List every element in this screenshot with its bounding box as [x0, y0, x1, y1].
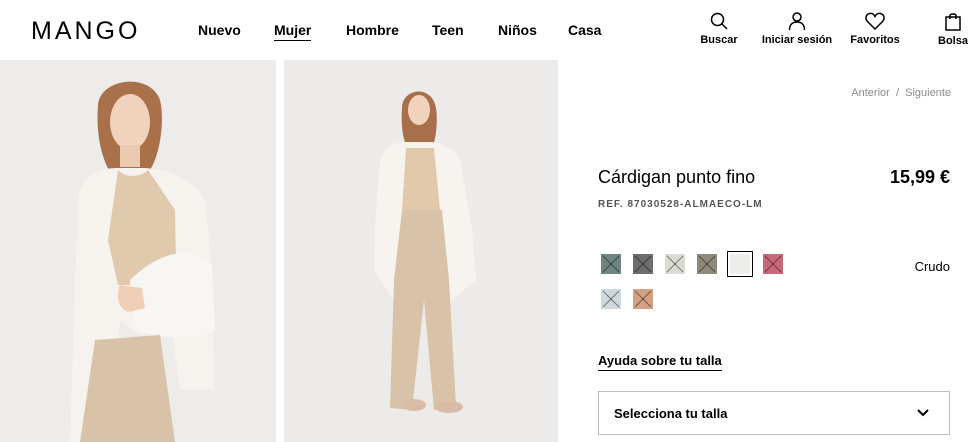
mango-logo[interactable]: MANGO	[31, 17, 140, 46]
size-select[interactable]: Selecciona tu talla	[598, 391, 950, 435]
next-link[interactable]: Siguiente	[905, 87, 951, 99]
color-swatch[interactable]	[601, 254, 621, 274]
product-ref: REF. 87030528-ALMAECO-LM	[598, 199, 763, 210]
bag-icon	[945, 13, 961, 31]
breadcrumb: Anterior / Siguiente	[851, 87, 951, 99]
login-label: Iniciar sesión	[761, 34, 833, 46]
login-button[interactable]: Iniciar sesión	[757, 12, 837, 46]
nav-item-hombre[interactable]: Hombre	[346, 22, 399, 38]
product-photo-full[interactable]	[284, 60, 558, 442]
prev-link[interactable]: Anterior	[851, 87, 890, 99]
site-header: MANGO Nuevo Mujer Hombre Teen Niños Casa…	[0, 0, 974, 60]
chevron-down-icon	[917, 409, 929, 417]
search-button[interactable]: Buscar	[679, 12, 759, 46]
search-label: Buscar	[700, 34, 738, 46]
color-swatch[interactable]	[763, 254, 783, 274]
nav-item-casa[interactable]: Casa	[568, 22, 601, 38]
product-title: Cárdigan punto fino	[598, 167, 756, 187]
bag-button[interactable]: Bolsa	[913, 12, 974, 47]
heart-icon	[865, 12, 885, 30]
product-photo-front[interactable]	[0, 60, 276, 442]
color-swatch[interactable]	[727, 251, 753, 277]
product-photo-full-image	[284, 60, 558, 442]
favorites-label: Favoritos	[850, 34, 900, 46]
search-icon	[710, 12, 728, 30]
nav-item-teen[interactable]: Teen	[432, 22, 464, 38]
bag-label: Bolsa	[938, 35, 968, 47]
color-swatch[interactable]	[601, 289, 621, 309]
user-icon	[788, 12, 806, 30]
color-swatch[interactable]	[665, 254, 685, 274]
color-swatch[interactable]	[697, 254, 717, 274]
size-help-link[interactable]: Ayuda sobre tu talla	[598, 353, 722, 371]
color-swatch[interactable]	[633, 254, 653, 274]
nav-item-ninos[interactable]: Niños	[498, 22, 537, 38]
product-photo-front-image	[0, 60, 276, 442]
nav-item-nuevo[interactable]: Nuevo	[198, 22, 241, 38]
selected-color-name: Crudo	[914, 259, 950, 274]
product-price: 15,99 €	[889, 167, 950, 187]
size-select-label: Selecciona tu talla	[614, 406, 728, 421]
color-swatch[interactable]	[633, 289, 653, 309]
nav-item-mujer[interactable]: Mujer	[274, 22, 312, 41]
breadcrumb-separator: /	[895, 87, 899, 99]
favorites-button[interactable]: Favoritos	[835, 12, 915, 46]
